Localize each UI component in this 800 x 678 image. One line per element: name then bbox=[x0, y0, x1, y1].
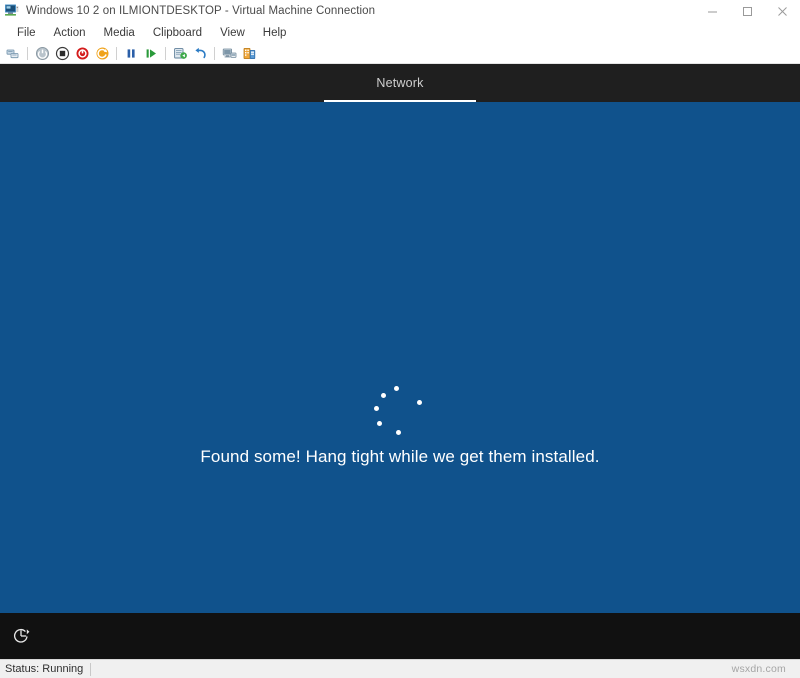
window-title: Windows 10 2 on ILMIONTDESKTOP - Virtual… bbox=[26, 5, 376, 17]
oobe-taskbar bbox=[0, 613, 800, 659]
spinner-dot bbox=[377, 421, 382, 426]
menu-item-clipboard[interactable]: Clipboard bbox=[144, 26, 211, 41]
save-state-icon[interactable] bbox=[93, 44, 111, 62]
spinner-dot bbox=[394, 386, 399, 391]
toolbar-separator bbox=[214, 46, 215, 60]
pause-icon[interactable] bbox=[122, 44, 140, 62]
ease-of-access-icon[interactable] bbox=[10, 625, 32, 647]
virtual-machine-connection-window: Windows 10 2 on ILMIONTDESKTOP - Virtual… bbox=[0, 0, 800, 678]
vm-screen[interactable]: Network Found some! Hang tight while we … bbox=[0, 64, 800, 659]
menu-item-media[interactable]: Media bbox=[95, 26, 144, 41]
menu-item-action[interactable]: Action bbox=[45, 26, 95, 41]
spinner-dot bbox=[417, 400, 422, 405]
turn-off-icon[interactable] bbox=[53, 44, 71, 62]
toolbar bbox=[0, 43, 800, 64]
oobe-header: Network bbox=[0, 64, 800, 102]
minimize-button[interactable] bbox=[695, 0, 730, 22]
settings-icon[interactable] bbox=[240, 44, 258, 62]
window-controls bbox=[695, 0, 800, 22]
title-bar: Windows 10 2 on ILMIONTDESKTOP - Virtual… bbox=[0, 0, 800, 23]
toolbar-separator bbox=[27, 46, 28, 60]
status-text: Status: Running bbox=[5, 663, 84, 675]
virtual-machine-icon bbox=[4, 3, 20, 19]
toolbar-separator bbox=[116, 46, 117, 60]
spinner-dot bbox=[396, 430, 401, 435]
enhanced-session-icon[interactable] bbox=[220, 44, 238, 62]
maximize-button[interactable] bbox=[730, 0, 765, 22]
menu-bar: File Action Media Clipboard View Help bbox=[0, 23, 800, 43]
ctrl-alt-delete-icon[interactable] bbox=[4, 44, 22, 62]
checkpoint-icon[interactable] bbox=[171, 44, 189, 62]
resume-icon[interactable] bbox=[142, 44, 160, 62]
menu-item-help[interactable]: Help bbox=[254, 26, 296, 41]
revert-icon[interactable] bbox=[191, 44, 209, 62]
shut-down-icon[interactable] bbox=[73, 44, 91, 62]
loading-spinner bbox=[372, 383, 428, 439]
menu-item-view[interactable]: View bbox=[211, 26, 254, 41]
status-bar: Status: Running wsxdn.com bbox=[0, 659, 800, 678]
menu-item-file[interactable]: File bbox=[8, 26, 45, 41]
start-icon[interactable] bbox=[33, 44, 51, 62]
watermark: wsxdn.com bbox=[731, 663, 786, 675]
oobe-message: Found some! Hang tight while we get them… bbox=[200, 447, 600, 466]
toolbar-separator bbox=[165, 46, 166, 60]
status-separator bbox=[90, 662, 92, 676]
oobe-header-title: Network bbox=[376, 76, 424, 90]
oobe-body: Found some! Hang tight while we get them… bbox=[0, 102, 800, 613]
close-button[interactable] bbox=[765, 0, 800, 22]
spinner-dot bbox=[374, 406, 379, 411]
spinner-dot bbox=[381, 393, 386, 398]
